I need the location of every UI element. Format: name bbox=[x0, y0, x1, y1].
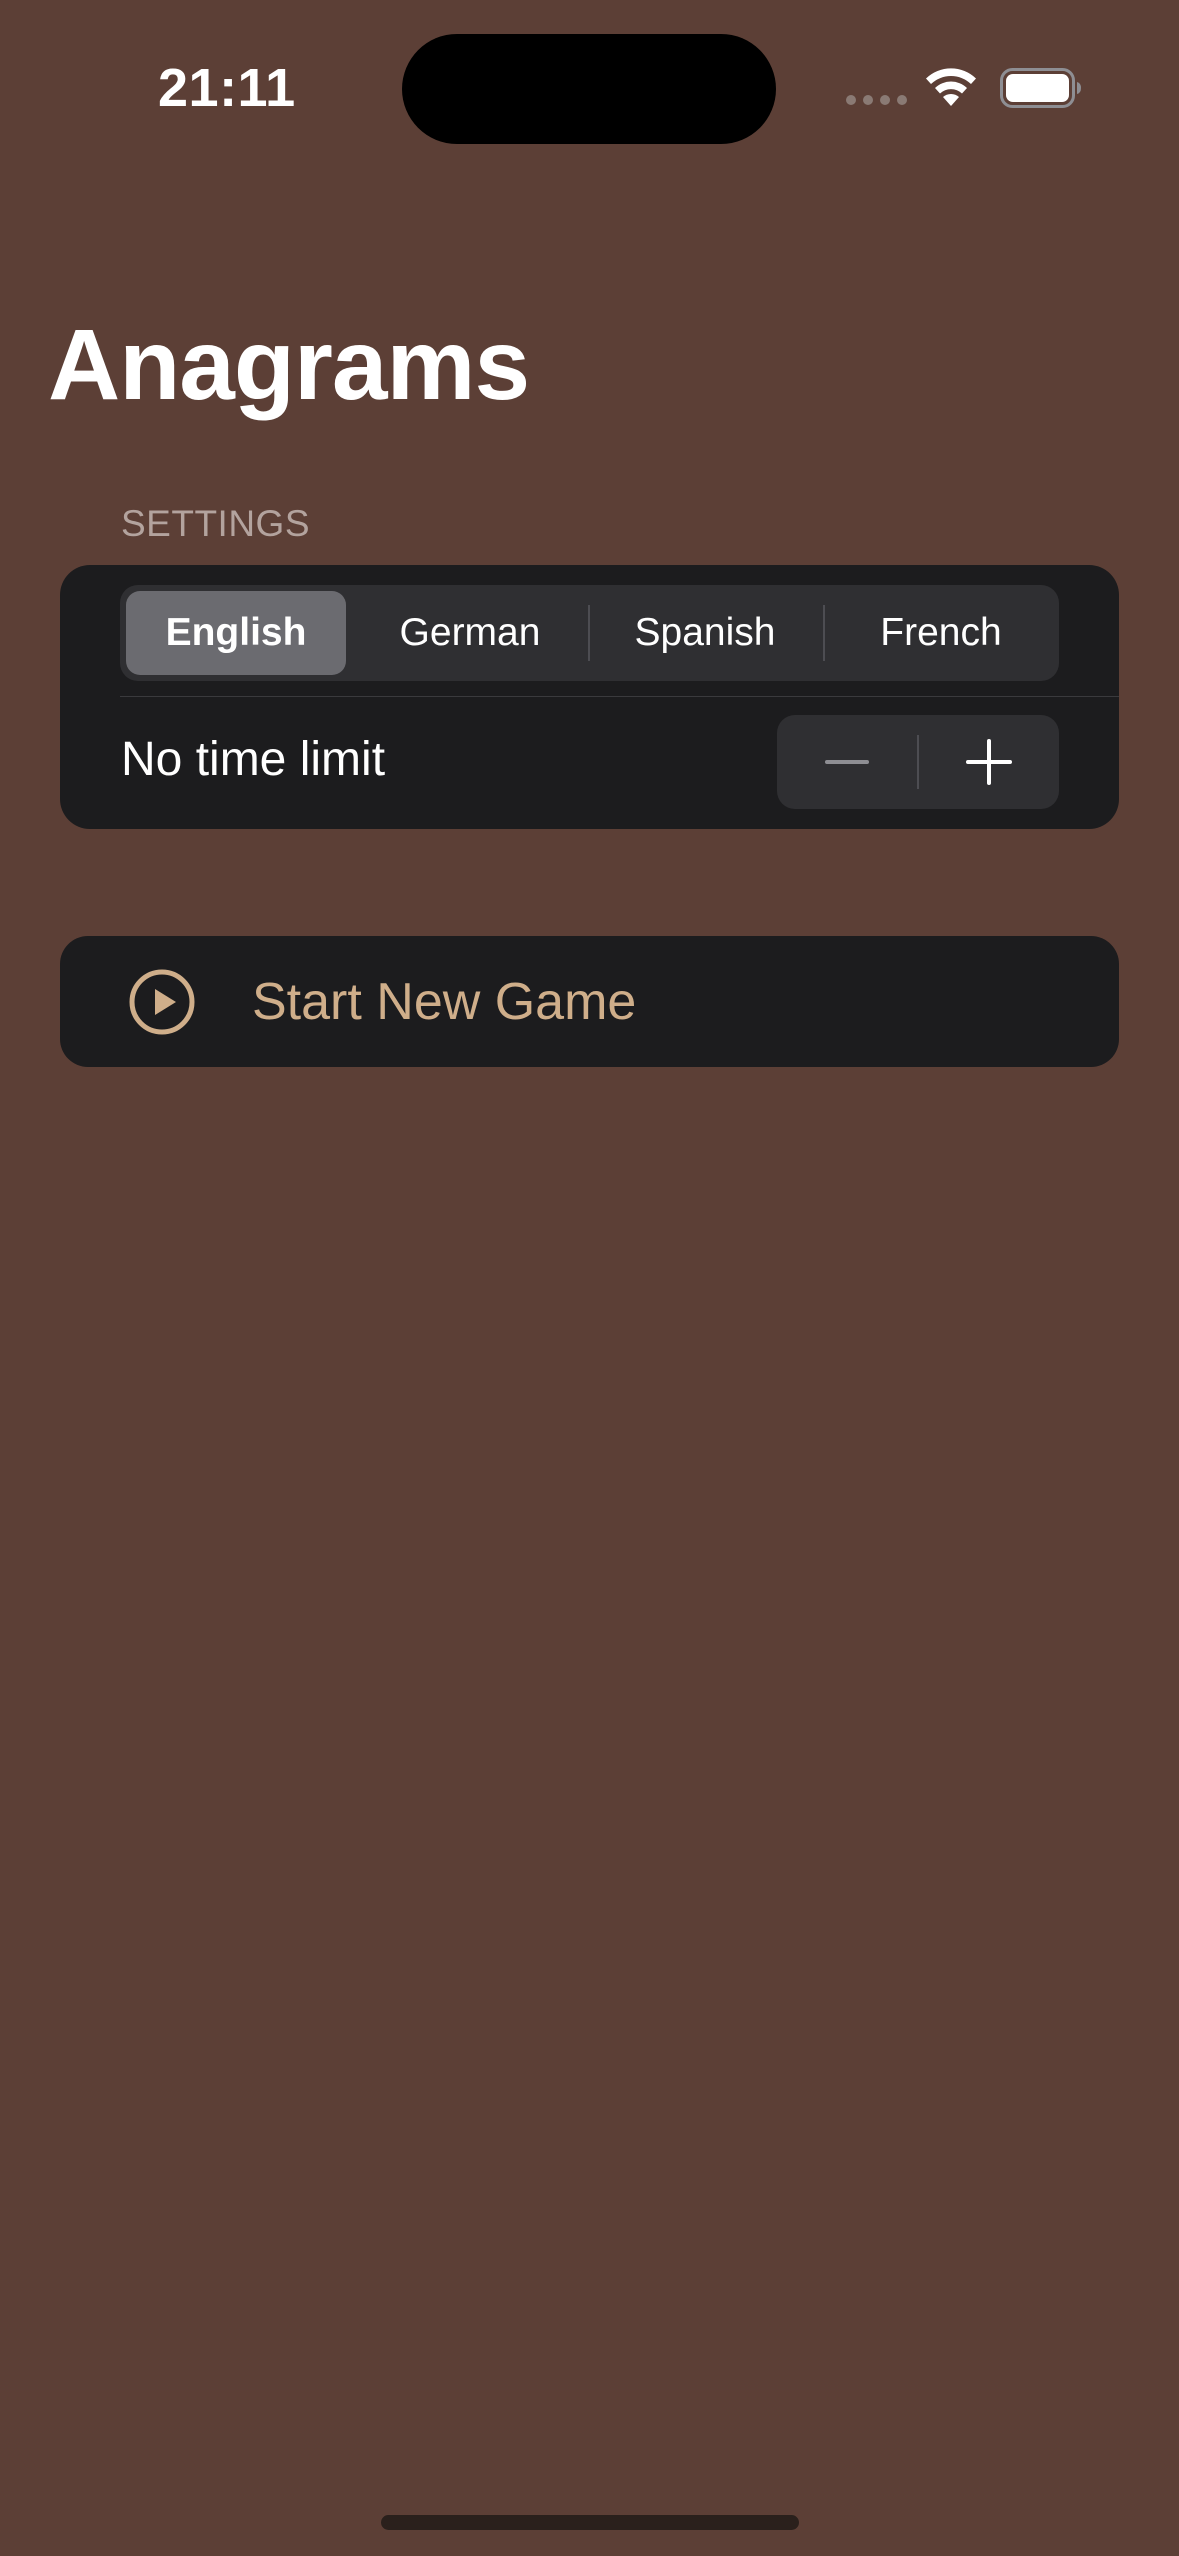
battery-icon bbox=[1000, 68, 1081, 108]
segment-spanish[interactable]: Spanish bbox=[595, 591, 815, 675]
settings-card: English German Spanish French No time li… bbox=[60, 565, 1119, 829]
segment-german[interactable]: German bbox=[360, 591, 580, 675]
segment-divider bbox=[823, 605, 825, 661]
page-title: Anagrams bbox=[48, 309, 530, 421]
wifi-icon bbox=[926, 68, 976, 106]
row-divider bbox=[120, 696, 1119, 697]
status-time: 21:11 bbox=[158, 58, 296, 118]
signal-dots-icon bbox=[846, 95, 907, 105]
segment-divider bbox=[588, 605, 590, 661]
time-limit-label: No time limit bbox=[121, 733, 386, 786]
time-limit-stepper[interactable] bbox=[777, 715, 1059, 809]
stepper-increment-button[interactable] bbox=[919, 715, 1059, 809]
start-new-game-button[interactable]: Start New Game bbox=[60, 936, 1119, 1067]
segment-french[interactable]: French bbox=[831, 591, 1051, 675]
plus-icon bbox=[966, 739, 1012, 785]
play-circle-icon bbox=[129, 969, 195, 1035]
start-new-game-label: Start New Game bbox=[252, 973, 637, 1031]
segment-english[interactable]: English bbox=[126, 591, 346, 675]
stepper-decrement-button[interactable] bbox=[777, 715, 917, 809]
dynamic-island bbox=[402, 34, 776, 144]
minus-icon bbox=[825, 760, 869, 764]
language-segmented-control[interactable]: English German Spanish French bbox=[120, 585, 1059, 681]
settings-section-header: SETTINGS bbox=[121, 503, 311, 544]
home-indicator[interactable] bbox=[381, 2515, 799, 2530]
